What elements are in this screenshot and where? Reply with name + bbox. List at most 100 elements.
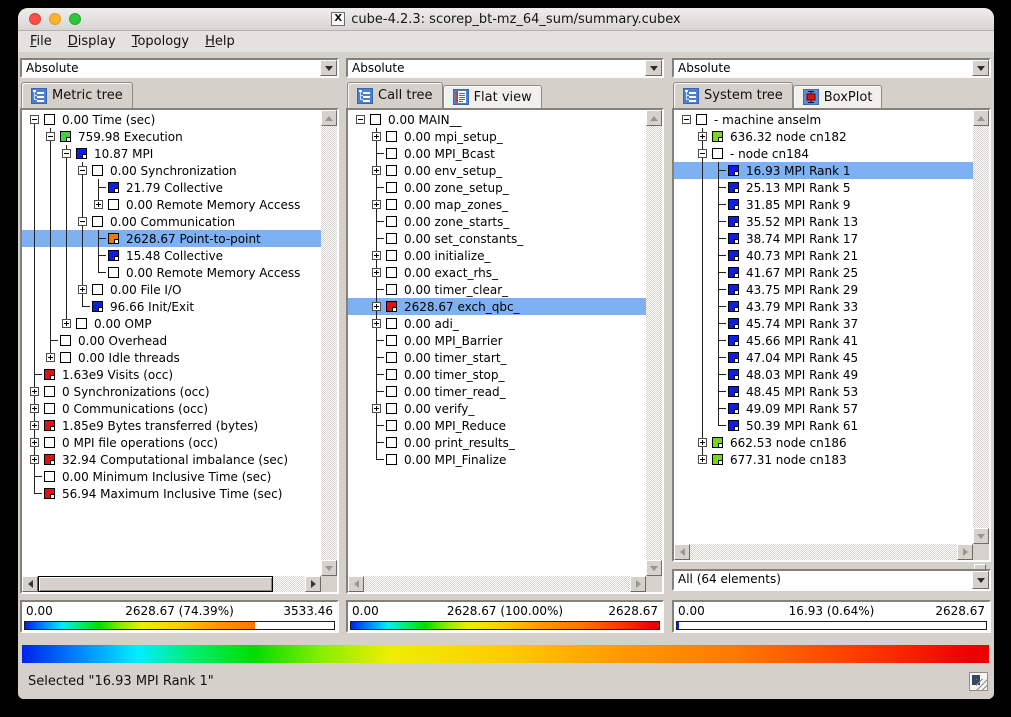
minimize-button[interactable] — [49, 13, 61, 25]
size-grip-icon[interactable] — [969, 672, 988, 691]
expand-icon[interactable] — [94, 200, 103, 209]
expand-icon[interactable] — [372, 132, 381, 141]
tree-row[interactable]: 0.00 initialize_ — [348, 247, 646, 264]
collapse-icon[interactable] — [682, 115, 691, 124]
close-button[interactable] — [29, 13, 41, 25]
tree-row[interactable]: 0.00 MPI_Barrier — [348, 332, 646, 349]
tree-row[interactable]: 41.67 MPI Rank 25 — [674, 264, 973, 281]
metric-value-mode-combo[interactable]: Absolute — [20, 58, 339, 78]
combo-dropdown-button[interactable] — [972, 60, 989, 76]
vertical-scrollbar[interactable] — [973, 110, 989, 544]
vertical-scrollbar[interactable] — [646, 110, 662, 576]
tree-row[interactable]: 0.00 env_setup_ — [348, 162, 646, 179]
title-bar[interactable]: X cube-4.2.3: scorep_bt-mz_64_sum/summar… — [18, 8, 994, 31]
tree-row[interactable]: 47.04 MPI Rank 45 — [674, 349, 973, 366]
collapse-icon[interactable] — [356, 115, 365, 124]
tree-row[interactable]: 0.00 OMP — [22, 315, 321, 332]
tree-row[interactable]: 10.87 MPI — [22, 145, 321, 162]
tree-row[interactable]: 662.53 node cn186 — [674, 434, 973, 451]
expand-icon[interactable] — [372, 404, 381, 413]
tree-row[interactable]: 43.79 MPI Rank 33 — [674, 298, 973, 315]
menu-item-file[interactable]: File — [22, 32, 60, 51]
collapse-icon[interactable] — [698, 149, 707, 158]
tree-row[interactable]: 56.94 Maximum Inclusive Time (sec) — [22, 485, 321, 502]
tree-row[interactable]: 0.00 set_constants_ — [348, 230, 646, 247]
tree-row[interactable]: 45.66 MPI Rank 41 — [674, 332, 973, 349]
tree-row[interactable]: 0.00 exact_rhs_ — [348, 264, 646, 281]
tree-row[interactable]: 0.00 zone_starts_ — [348, 213, 646, 230]
tree-row[interactable]: 0.00 timer_start_ — [348, 349, 646, 366]
tree-row[interactable]: 759.98 Execution — [22, 128, 321, 145]
tree-row[interactable]: 0.00 Overhead — [22, 332, 321, 349]
scroll-down-button[interactable] — [646, 560, 662, 576]
tree-row[interactable]: 0.00 adi_ — [348, 315, 646, 332]
expand-icon[interactable] — [372, 319, 381, 328]
tree-row[interactable]: - machine anselm — [674, 111, 973, 128]
scroll-left-button[interactable] — [348, 576, 364, 592]
scrollbar-thumb[interactable] — [38, 576, 273, 592]
tree-row[interactable]: 0.00 File I/O — [22, 281, 321, 298]
expand-icon[interactable] — [372, 200, 381, 209]
tree-row[interactable]: 0.00 Time (sec) — [22, 111, 321, 128]
expand-icon[interactable] — [372, 166, 381, 175]
collapse-icon[interactable] — [30, 115, 39, 124]
expand-icon[interactable] — [46, 353, 55, 362]
tree-row[interactable]: 48.45 MPI Rank 53 — [674, 383, 973, 400]
tree-row[interactable]: 636.32 node cn182 — [674, 128, 973, 145]
tree-row[interactable]: 0 Synchronizations (occ) — [22, 383, 321, 400]
tree-row[interactable]: 38.74 MPI Rank 17 — [674, 230, 973, 247]
scroll-down-button[interactable] — [973, 528, 989, 544]
tree-row[interactable]: 0.00 Communication — [22, 213, 321, 230]
expand-icon[interactable] — [62, 319, 71, 328]
tree-row[interactable]: 0.00 zone_setup_ — [348, 179, 646, 196]
tree-row[interactable]: 0.00 MPI_Finalize — [348, 451, 646, 468]
tree-row[interactable]: 0.00 MAIN__ — [348, 111, 646, 128]
scroll-right-button[interactable] — [957, 544, 973, 560]
tree-row[interactable]: 0.00 MPI_Reduce — [348, 417, 646, 434]
scroll-up-button[interactable] — [973, 110, 989, 126]
tree-row[interactable]: 31.85 MPI Rank 9 — [674, 196, 973, 213]
tree-row[interactable]: 43.75 MPI Rank 29 — [674, 281, 973, 298]
tree-row[interactable]: 0.00 Remote Memory Access — [22, 196, 321, 213]
combo-dropdown-button[interactable] — [645, 60, 662, 76]
expand-icon[interactable] — [30, 387, 39, 396]
horizontal-scrollbar[interactable] — [22, 576, 321, 592]
expand-icon[interactable] — [372, 251, 381, 260]
combo-dropdown-button[interactable] — [972, 571, 989, 589]
tree-row[interactable]: - node cn184 — [674, 145, 973, 162]
scroll-up-button[interactable] — [646, 110, 662, 126]
tab-flat-view[interactable]: Flat view — [443, 85, 542, 108]
call-value-mode-combo[interactable]: Absolute — [346, 58, 664, 78]
tab-system-tree[interactable]: System tree — [673, 82, 793, 108]
expand-icon[interactable] — [698, 455, 707, 464]
expand-icon[interactable] — [372, 268, 381, 277]
tree-row[interactable]: 0.00 MPI_Bcast — [348, 145, 646, 162]
collapse-icon[interactable] — [78, 217, 87, 226]
tree-row[interactable]: 0.00 Minimum Inclusive Time (sec) — [22, 468, 321, 485]
tree-row[interactable]: 21.79 Collective — [22, 179, 321, 196]
zoom-button[interactable] — [69, 13, 81, 25]
collapse-icon[interactable] — [78, 166, 87, 175]
expand-icon[interactable] — [30, 455, 39, 464]
horizontal-scrollbar[interactable] — [348, 576, 646, 592]
expand-icon[interactable] — [30, 404, 39, 413]
combo-dropdown-button[interactable] — [320, 60, 337, 76]
tree-row[interactable]: 49.09 MPI Rank 57 — [674, 400, 973, 417]
tree-row[interactable]: 0.00 timer_clear_ — [348, 281, 646, 298]
scroll-down-button[interactable] — [321, 560, 337, 576]
tree-row[interactable]: 1.63e9 Visits (occ) — [22, 366, 321, 383]
tree-row[interactable]: 48.03 MPI Rank 49 — [674, 366, 973, 383]
tree-row[interactable]: 40.73 MPI Rank 21 — [674, 247, 973, 264]
collapse-icon[interactable] — [62, 149, 71, 158]
tree-row[interactable]: 50.39 MPI Rank 61 — [674, 417, 973, 434]
menu-item-topology[interactable]: Topology — [124, 32, 197, 51]
scroll-right-button[interactable] — [305, 576, 321, 592]
expand-icon[interactable] — [372, 302, 381, 311]
menu-item-display[interactable]: Display — [60, 32, 124, 51]
expand-icon[interactable] — [30, 438, 39, 447]
tree-row[interactable]: 16.93 MPI Rank 1 — [674, 162, 973, 179]
tree-row[interactable]: 0.00 Remote Memory Access — [22, 264, 321, 281]
expand-icon[interactable] — [78, 285, 87, 294]
tree-row[interactable]: 35.52 MPI Rank 13 — [674, 213, 973, 230]
expand-icon[interactable] — [30, 421, 39, 430]
